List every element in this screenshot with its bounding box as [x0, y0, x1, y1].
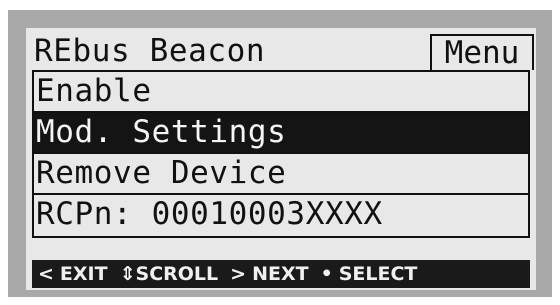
- chevron-left-icon: <: [38, 263, 54, 285]
- screen-title: REbus Beacon: [34, 33, 266, 69]
- next-key-hint[interactable]: > NEXT: [230, 260, 308, 288]
- exit-label: EXIT: [59, 263, 108, 285]
- select-key-hint[interactable]: • SELECT: [321, 260, 418, 288]
- dot-icon: •: [320, 263, 333, 285]
- scroll-label: SCROLL: [135, 263, 219, 285]
- next-label: NEXT: [252, 263, 309, 285]
- soft-key-bar: < EXIT ⇕ SCROLL > NEXT • SELECT: [32, 260, 530, 288]
- up-down-arrow-icon: ⇕: [119, 263, 136, 285]
- chevron-right-icon: >: [230, 263, 247, 285]
- select-label: SELECT: [338, 263, 418, 285]
- scroll-key-hint[interactable]: ⇕ SCROLL: [120, 260, 219, 288]
- menu-tab[interactable]: Menu: [430, 34, 534, 70]
- menu-item-mod-settings[interactable]: Mod. Settings: [34, 113, 528, 154]
- menu-list: Enable Mod. Settings Remove Device RCPn:…: [32, 70, 530, 238]
- exit-key-hint[interactable]: < EXIT: [38, 260, 108, 288]
- title-row: REbus Beacon Menu: [32, 30, 534, 72]
- menu-item-remove-device[interactable]: Remove Device: [34, 154, 528, 195]
- lcd-screen: REbus Beacon Menu Enable Mod. Settings R…: [26, 28, 536, 290]
- menu-item-rcpn[interactable]: RCPn: 00010003XXXX: [34, 195, 528, 236]
- menu-item-enable[interactable]: Enable: [34, 72, 528, 113]
